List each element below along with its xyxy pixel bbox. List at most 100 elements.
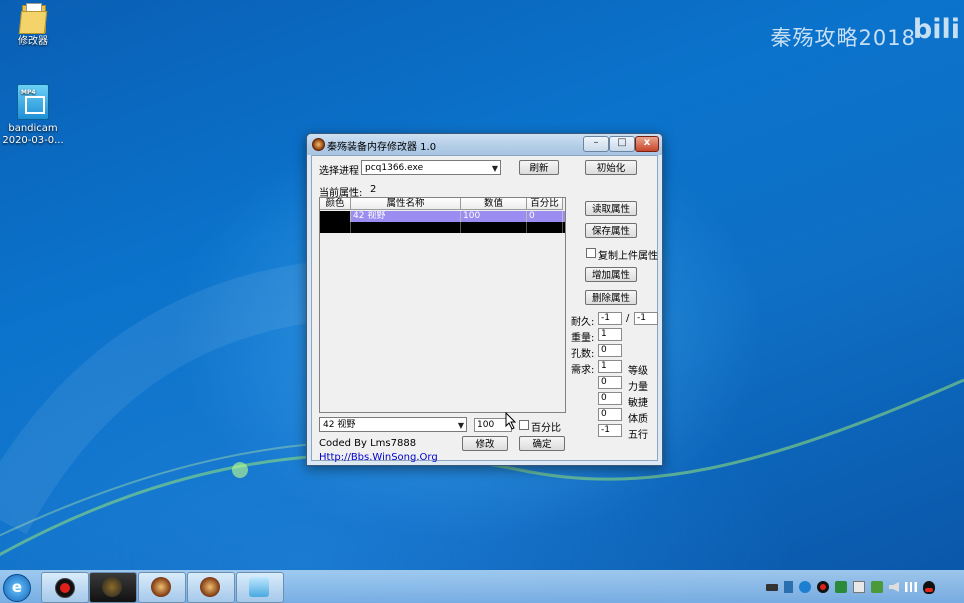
mouse-cursor-icon xyxy=(505,412,517,430)
app-icon xyxy=(312,138,325,151)
element-label: 五行 xyxy=(628,430,648,441)
constitution-label: 体质 xyxy=(628,414,648,425)
record-icon xyxy=(55,578,75,598)
forum-link[interactable]: Http://Bbs.WinSong.Org xyxy=(319,452,438,463)
durability-max-input[interactable] xyxy=(634,312,658,325)
bilibili-logo: bili xyxy=(912,14,960,45)
cell-percent xyxy=(527,222,563,233)
column-header-color[interactable]: 颜色 xyxy=(320,198,351,210)
column-header-name[interactable]: 属性名称 xyxy=(351,198,461,210)
dropdown-arrow-icon: ▼ xyxy=(457,421,464,430)
save-attr-button[interactable]: 保存属性 xyxy=(585,223,637,238)
cell-value xyxy=(461,222,527,233)
ie-icon[interactable]: e xyxy=(3,574,31,602)
folder-icon xyxy=(18,3,48,34)
desktop-icon-label: bandicam xyxy=(8,123,58,134)
modify-button[interactable]: 修改 xyxy=(462,436,508,451)
credit-text: Coded By Lms7888 xyxy=(319,438,417,449)
weight-label: 重量: xyxy=(571,333,595,344)
keyboard-icon[interactable] xyxy=(766,583,778,591)
shield-icon[interactable] xyxy=(835,581,847,593)
weight-input[interactable] xyxy=(598,328,622,341)
system-tray xyxy=(766,579,962,595)
req-strength-input[interactable] xyxy=(598,376,622,389)
attribute-select[interactable]: 42 视野 ▼ xyxy=(319,417,467,432)
taskbar: e xyxy=(0,570,964,603)
cell-color xyxy=(320,211,351,222)
process-label: 选择进程 xyxy=(319,166,359,177)
cell-name xyxy=(351,222,461,233)
read-attr-button[interactable]: 读取属性 xyxy=(585,201,637,216)
minimize-icon: – xyxy=(593,137,599,148)
percent-checkbox[interactable] xyxy=(519,420,529,430)
column-header-percent[interactable]: 百分比 xyxy=(527,198,563,210)
maximize-icon: □ xyxy=(617,137,627,148)
cell-percent: 0 xyxy=(527,211,563,222)
minimize-button[interactable]: – xyxy=(583,136,609,152)
desktop-icon-sublabel: 2020-03-0... xyxy=(2,135,64,146)
process-value: pcq1366.exe xyxy=(365,163,424,173)
taskbar-item-app[interactable] xyxy=(236,572,284,603)
editor-window: 秦殇装备内存修改器 1.0 – □ x 选择进程 pcq1366.exe ▼ 刷… xyxy=(306,133,663,466)
window-title: 秦殇装备内存修改器 1.0 xyxy=(327,142,437,153)
qq-icon[interactable] xyxy=(923,580,935,594)
taskbar-item-recorder[interactable] xyxy=(41,572,89,603)
delete-attr-button[interactable]: 删除属性 xyxy=(585,290,637,305)
volume-icon[interactable] xyxy=(889,582,899,592)
taskbar-item-game[interactable] xyxy=(138,572,186,603)
close-icon: x xyxy=(643,137,651,148)
game-icon xyxy=(102,577,122,597)
game-icon xyxy=(200,577,220,597)
agility-label: 敏捷 xyxy=(628,398,648,409)
video-file-icon: MP4 xyxy=(17,84,49,120)
column-header-value[interactable]: 数值 xyxy=(461,198,527,210)
taskbar-item-game[interactable] xyxy=(187,572,235,603)
add-attr-button[interactable]: 增加属性 xyxy=(585,267,637,282)
game-icon xyxy=(151,577,171,597)
req-level-input[interactable] xyxy=(598,360,622,373)
table-row[interactable] xyxy=(320,222,565,233)
desktop-icon-folder[interactable]: 修改器 xyxy=(1,3,65,48)
current-attr-count: 2 xyxy=(370,184,377,195)
video-watermark: 秦殇攻略2018 xyxy=(770,26,916,50)
percent-label: 百分比 xyxy=(531,423,561,434)
cell-name: 42 视野 xyxy=(351,211,461,222)
folder-icon[interactable] xyxy=(871,581,883,593)
table-row[interactable]: 42 视野 100 0 xyxy=(320,211,565,222)
level-label: 等级 xyxy=(628,366,648,377)
req-element-input[interactable] xyxy=(598,424,622,437)
monitor-icon[interactable] xyxy=(853,581,865,593)
durability-separator: / xyxy=(626,313,630,324)
app-icon xyxy=(249,577,269,597)
holes-label: 孔数: xyxy=(571,349,595,360)
desktop-icon-video[interactable]: MP4 bandicam 2020-03-0... xyxy=(1,84,65,147)
maximize-button[interactable]: □ xyxy=(609,136,635,152)
req-agility-input[interactable] xyxy=(598,392,622,405)
process-select[interactable]: pcq1366.exe ▼ xyxy=(361,160,501,175)
close-button[interactable]: x xyxy=(635,136,659,152)
requirement-label: 需求: xyxy=(571,365,595,376)
desktop-icon-label: 修改器 xyxy=(18,36,48,47)
copy-attr-label: 复制上件属性 xyxy=(598,251,658,262)
table-header: 颜色 属性名称 数值 百分比 xyxy=(320,198,565,211)
globe-icon[interactable] xyxy=(799,581,811,593)
taskbar-item-game[interactable] xyxy=(89,572,137,603)
holes-input[interactable] xyxy=(598,344,622,357)
refresh-button[interactable]: 刷新 xyxy=(519,160,559,175)
attribute-table[interactable]: 颜色 属性名称 数值 百分比 42 视野 100 0 xyxy=(319,197,566,413)
durability-current-input[interactable] xyxy=(598,312,622,325)
window-client-area: 选择进程 pcq1366.exe ▼ 刷新 初始化 当前属性: 2 颜色 属性名… xyxy=(311,155,658,463)
confirm-button[interactable]: 确定 xyxy=(519,436,565,451)
strength-label: 力量 xyxy=(628,382,648,393)
req-constitution-input[interactable] xyxy=(598,408,622,421)
dropdown-arrow-icon: ▼ xyxy=(491,164,498,173)
init-button[interactable]: 初始化 xyxy=(585,160,637,175)
copy-attr-checkbox[interactable] xyxy=(586,248,596,258)
network-icon[interactable] xyxy=(784,581,793,593)
cell-color xyxy=(320,222,351,233)
record-icon[interactable] xyxy=(817,581,829,593)
durability-label: 耐久: xyxy=(571,317,595,328)
cell-value: 100 xyxy=(461,211,527,222)
window-titlebar[interactable]: 秦殇装备内存修改器 1.0 – □ x xyxy=(307,134,662,155)
signal-icon[interactable] xyxy=(905,582,917,592)
